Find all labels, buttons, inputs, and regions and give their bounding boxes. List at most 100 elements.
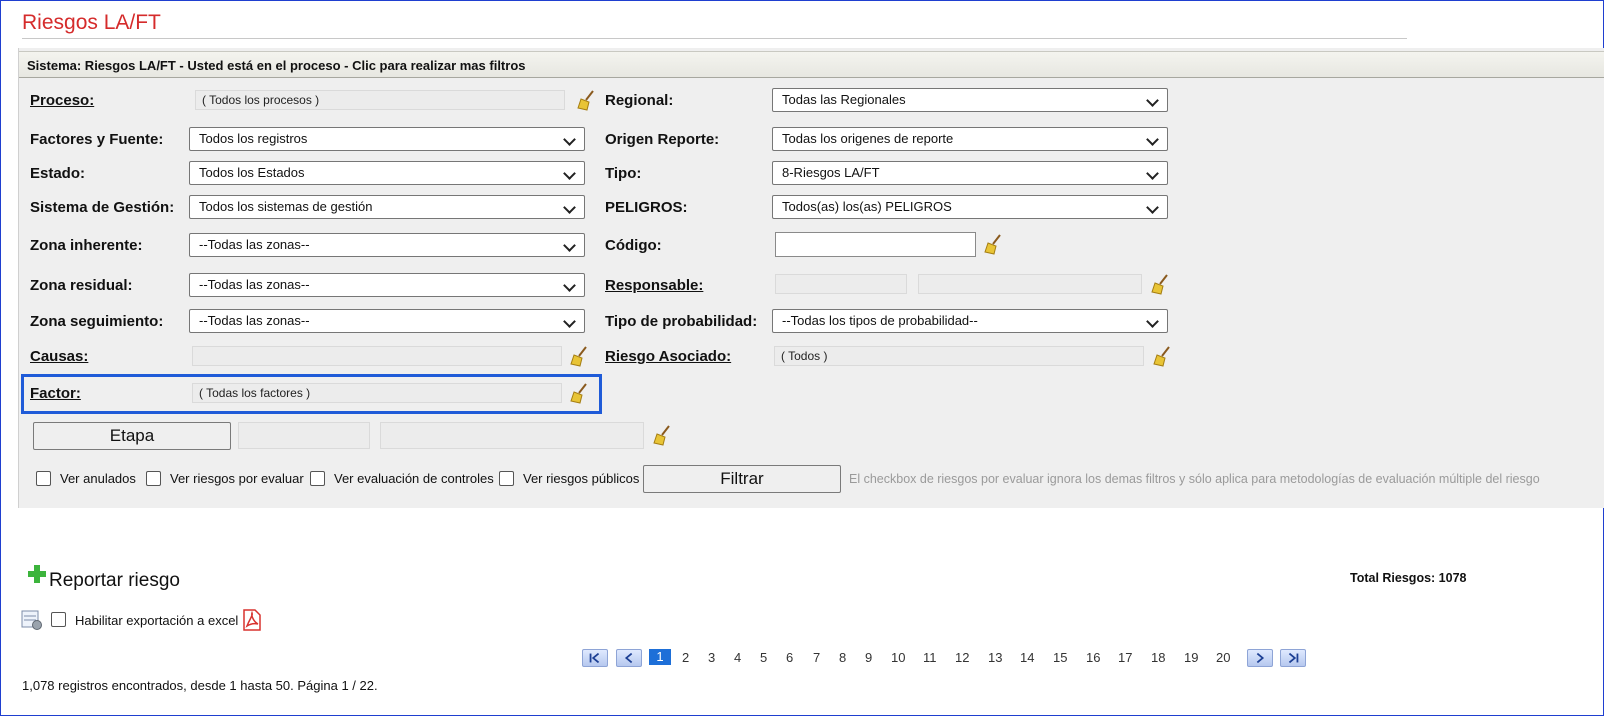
page-link[interactable]: 16 [1086, 650, 1100, 665]
zona-residual-value: --Todas las zonas-- [199, 277, 310, 292]
chevron-down-icon [1146, 167, 1159, 180]
page-link[interactable]: 9 [865, 650, 872, 665]
broom-icon[interactable] [568, 382, 590, 404]
last-page-icon[interactable] [1280, 649, 1306, 667]
broom-icon[interactable] [982, 233, 1004, 255]
regional-select[interactable]: Todas las Regionales [772, 88, 1168, 112]
factores-select[interactable]: Todos los registros [189, 127, 585, 151]
factor-field: ( Todas los factores ) [192, 383, 562, 403]
prev-page-icon[interactable] [616, 649, 642, 667]
peligros-value: Todos(as) los(as) PELIGROS [782, 199, 952, 214]
broom-icon[interactable] [568, 345, 590, 367]
estado-value: Todos los Estados [199, 165, 305, 180]
tipo-value: 8-Riesgos LA/FT [782, 165, 880, 180]
etapa-name-field [380, 422, 644, 449]
ver-anulados-checkbox[interactable] [36, 471, 51, 486]
page-link[interactable]: 17 [1118, 650, 1132, 665]
ver-riesgos-publicos-checkbox[interactable] [499, 471, 514, 486]
page-link[interactable]: 4 [734, 650, 741, 665]
riesgo-asociado-label[interactable]: Riesgo Asociado: [605, 348, 731, 365]
ver-evaluacion-controles-checkbox[interactable] [310, 471, 325, 486]
tipo-probabilidad-select[interactable]: --Todas los tipos de probabilidad-- [772, 309, 1168, 333]
zona-seguimiento-label: Zona seguimiento: [30, 313, 164, 330]
first-page-icon[interactable] [582, 649, 608, 667]
export-settings-icon[interactable] [21, 609, 43, 631]
origen-label: Origen Reporte: [605, 131, 720, 148]
reportar-riesgo-link[interactable]: Reportar riesgo [49, 570, 180, 592]
peligros-select[interactable]: Todos(as) los(as) PELIGROS [772, 195, 1168, 219]
zona-inherente-label: Zona inherente: [30, 237, 143, 254]
page-link[interactable]: 20 [1216, 650, 1230, 665]
page-link[interactable]: 14 [1020, 650, 1034, 665]
riesgo-asociado-field: ( Todos ) [774, 346, 1144, 366]
zona-inherente-select[interactable]: --Todas las zonas-- [189, 233, 585, 257]
pdf-icon[interactable] [242, 609, 262, 631]
page-link[interactable]: 19 [1184, 650, 1198, 665]
regional-value: Todas las Regionales [782, 92, 906, 107]
chevron-down-icon [563, 279, 576, 292]
page-link[interactable]: 12 [955, 650, 969, 665]
page-link[interactable]: 15 [1053, 650, 1067, 665]
ver-riesgos-publicos-label: Ver riesgos públicos [523, 471, 640, 486]
page-link[interactable]: 18 [1151, 650, 1165, 665]
chevron-down-icon [1146, 94, 1159, 107]
ver-riesgos-por-evaluar-checkbox[interactable] [146, 471, 161, 486]
chevron-down-icon [1146, 201, 1159, 214]
ver-riesgos-por-evaluar-label: Ver riesgos por evaluar [170, 471, 304, 486]
page-current[interactable]: 1 [649, 649, 671, 665]
etapa-code-field [238, 422, 370, 449]
tipo-probabilidad-label: Tipo de probabilidad: [605, 313, 758, 330]
responsable-name-field [918, 274, 1142, 294]
ver-evaluacion-controles-label: Ver evaluación de controles [334, 471, 494, 486]
chevron-down-icon [563, 315, 576, 328]
title-divider [22, 38, 1407, 39]
broom-icon[interactable] [651, 424, 673, 446]
page-link[interactable]: 8 [839, 650, 846, 665]
zona-residual-label: Zona residual: [30, 277, 133, 294]
page-link[interactable]: 2 [682, 650, 689, 665]
chevron-down-icon [1146, 133, 1159, 146]
chevron-down-icon [563, 201, 576, 214]
zona-seguimiento-select[interactable]: --Todas las zonas-- [189, 309, 585, 333]
plus-icon[interactable] [27, 564, 47, 584]
zona-inherente-value: --Todas las zonas-- [199, 237, 310, 252]
origen-value: Todas los origenes de reporte [782, 131, 954, 146]
page-link[interactable]: 10 [891, 650, 905, 665]
estado-select[interactable]: Todos los Estados [189, 161, 585, 185]
filter-panel-header[interactable]: Sistema: Riesgos LA/FT - Usted está en e… [19, 51, 1604, 78]
habilitar-exportacion-checkbox[interactable] [51, 612, 66, 627]
causas-label[interactable]: Causas: [30, 348, 88, 365]
chevron-down-icon [1146, 315, 1159, 328]
chevron-down-icon [563, 239, 576, 252]
chevron-down-icon [563, 167, 576, 180]
broom-icon[interactable] [575, 89, 597, 111]
etapa-button[interactable]: Etapa [33, 422, 231, 450]
page-link[interactable]: 6 [786, 650, 793, 665]
page-link[interactable]: 11 [923, 650, 937, 665]
filtrar-button[interactable]: Filtrar [643, 465, 841, 493]
responsable-label[interactable]: Responsable: [605, 277, 703, 294]
page-link[interactable]: 7 [813, 650, 820, 665]
zona-residual-select[interactable]: --Todas las zonas-- [189, 273, 585, 297]
ver-anulados-label: Ver anulados [60, 471, 136, 486]
proceso-label[interactable]: Proceso: [30, 92, 94, 109]
causas-field [192, 346, 562, 366]
page-link[interactable]: 13 [988, 650, 1002, 665]
tipo-select[interactable]: 8-Riesgos LA/FT [772, 161, 1168, 185]
next-page-icon[interactable] [1247, 649, 1273, 667]
habilitar-exportacion-label: Habilitar exportación a excel [75, 613, 239, 628]
page-link[interactable]: 5 [760, 650, 767, 665]
codigo-input[interactable] [775, 232, 976, 257]
proceso-field: ( Todos los procesos ) [195, 90, 565, 110]
broom-icon[interactable] [1149, 273, 1171, 295]
sistema-label: Sistema de Gestión: [30, 199, 175, 216]
origen-select[interactable]: Todas los origenes de reporte [772, 127, 1168, 151]
records-summary: 1,078 registros encontrados, desde 1 has… [22, 678, 378, 693]
factor-label[interactable]: Factor: [30, 385, 81, 402]
regional-label: Regional: [605, 92, 674, 109]
tipo-label: Tipo: [605, 165, 642, 182]
estado-label: Estado: [30, 165, 86, 182]
page-link[interactable]: 3 [708, 650, 715, 665]
sistema-select[interactable]: Todos los sistemas de gestión [189, 195, 585, 219]
broom-icon[interactable] [1151, 345, 1173, 367]
